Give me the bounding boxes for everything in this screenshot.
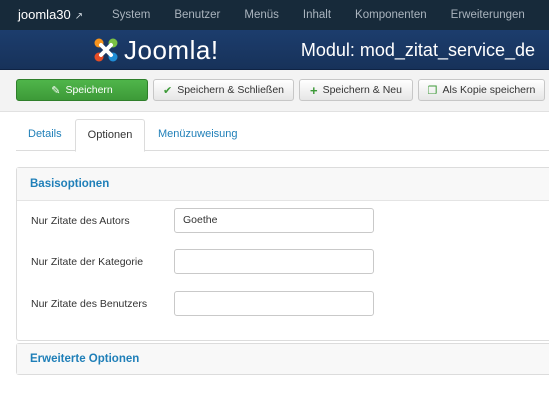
user-label: Nur Zitate des Benutzers [31, 298, 148, 310]
plus-icon: + [310, 82, 318, 98]
external-link-icon: ↗ [74, 11, 84, 22]
menu-menus[interactable]: Menüs [232, 0, 291, 30]
save-button[interactable]: ✎ Speichern [16, 79, 148, 101]
save-copy-button-label: Als Kopie speichern [442, 84, 536, 96]
basic-options-panel: Basisoptionen Nur Zitate des Autors Goet… [16, 167, 549, 341]
site-link[interactable]: joomla30 ↗ [18, 0, 83, 30]
tab-menu-assignment[interactable]: Menüzuweisung [146, 119, 250, 151]
category-label: Nur Zitate der Kategorie [31, 256, 144, 268]
top-navbar: joomla30 ↗ System Benutzer Menüs Inhalt K… [0, 0, 549, 30]
tab-options[interactable]: Optionen [75, 119, 145, 152]
joomla-logo-icon [94, 38, 118, 62]
category-input[interactable] [174, 249, 374, 274]
check-icon: ✔ [162, 84, 173, 97]
page-title: Modul: mod_zitat_service_de [300, 40, 535, 60]
menu-help[interactable]: Hilfe [537, 0, 549, 30]
author-input[interactable]: Goethe [174, 208, 374, 233]
field-row-author: Nur Zitate des Autors Goethe [17, 208, 549, 234]
edit-icon: ✎ [51, 84, 61, 97]
tab-details[interactable]: Details [16, 119, 74, 151]
basic-options-header[interactable]: Basisoptionen [17, 168, 549, 201]
field-row-user: Nur Zitate des Benutzers [17, 291, 549, 317]
save-button-label: Speichern [65, 84, 113, 96]
menu-system[interactable]: System [100, 0, 162, 30]
save-new-button[interactable]: + Speichern & Neu [299, 79, 413, 101]
advanced-options-header[interactable]: Erweiterte Optionen [17, 344, 549, 374]
advanced-options-panel: Erweiterte Optionen [16, 343, 549, 375]
main-menu: System Benutzer Menüs Inhalt Komponenten… [100, 0, 549, 30]
menu-extensions[interactable]: Erweiterungen [439, 0, 537, 30]
menu-components[interactable]: Komponenten [343, 0, 439, 30]
logo-text: Joomla! [124, 34, 219, 65]
copy-icon: ❐ [427, 84, 438, 97]
menu-users[interactable]: Benutzer [162, 0, 232, 30]
save-new-button-label: Speichern & Neu [322, 84, 402, 96]
user-input[interactable] [174, 291, 374, 316]
toolbar: ✎ Speichern ✔ Speichern & Schließen + Sp… [0, 70, 549, 112]
site-name[interactable]: joomla30 [18, 7, 71, 22]
tab-bar: Details Optionen Menüzuweisung [16, 119, 549, 152]
save-close-button[interactable]: ✔ Speichern & Schließen [153, 79, 294, 101]
joomla-logo: Joomla! [92, 34, 219, 66]
menu-content[interactable]: Inhalt [291, 0, 343, 30]
save-close-button-label: Speichern & Schließen [177, 84, 285, 96]
save-copy-button[interactable]: ❐ Als Kopie speichern [418, 79, 545, 101]
field-row-category: Nur Zitate der Kategorie [17, 249, 549, 275]
author-label: Nur Zitate des Autors [31, 215, 130, 227]
page-header: Joomla! Modul: mod_zitat_service_de [0, 30, 549, 70]
